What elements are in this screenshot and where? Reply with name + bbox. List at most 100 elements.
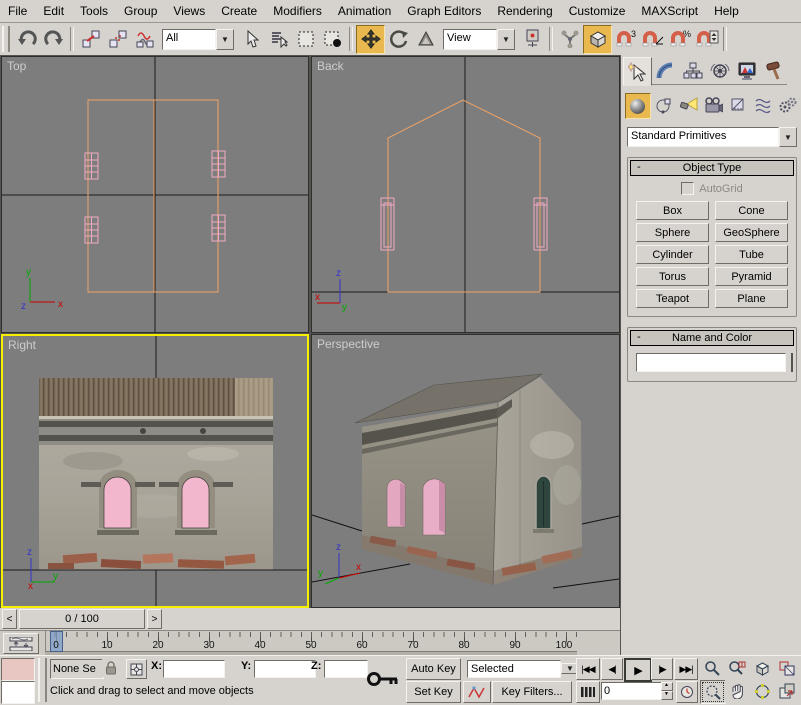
box-button[interactable]: Box [636,201,709,220]
key-filters-button[interactable]: Key Filters... [492,681,572,703]
category-systems[interactable] [776,93,800,117]
viewport-right-label[interactable]: Right [8,338,36,352]
category-lights[interactable] [677,93,701,117]
menu-create[interactable]: Create [213,2,265,20]
redo-button[interactable] [40,26,67,53]
zoom-extents-all-button[interactable] [775,657,799,679]
zoom-button[interactable] [700,657,724,679]
menu-animation[interactable]: Animation [330,2,399,20]
category-cameras[interactable] [702,93,726,117]
angle-snap-button[interactable] [639,26,666,53]
window-crossing-button[interactable] [319,26,346,53]
next-frame-button[interactable]: |▶ [651,658,673,680]
viewport-back-label[interactable]: Back [317,59,344,73]
menu-rendering[interactable]: Rendering [489,2,560,20]
toolbar-grip[interactable] [2,26,10,52]
region-zoom-button[interactable] [700,680,726,704]
x-coordinate-field[interactable] [163,660,225,678]
dropdown-arrow-icon[interactable]: ▼ [779,127,797,147]
tab-modify[interactable] [652,57,679,85]
arc-rotate-button[interactable] [750,680,774,702]
rectangular-selection-region-button[interactable] [292,26,319,53]
menu-edit[interactable]: Edit [35,2,72,20]
dropdown-arrow-icon[interactable]: ▼ [497,29,515,50]
zoom-extents-button[interactable] [750,657,774,679]
key-mode-toggle-button[interactable] [576,681,600,703]
maxscript-mini-listener[interactable] [1,681,35,704]
object-color-swatch[interactable] [791,353,793,372]
previous-frame-button[interactable]: ◀| [601,658,623,680]
category-space-warps[interactable] [751,93,775,117]
object-name-field[interactable] [636,353,786,372]
next-frame-arrow[interactable]: > [147,609,162,629]
use-pivot-point-center-button[interactable] [519,26,546,53]
teapot-button[interactable]: Teapot [636,289,709,308]
object-type-rollout-header[interactable]: - Object Type [630,160,794,176]
geosphere-button[interactable]: GeoSphere [715,223,788,242]
primitive-category-dropdown[interactable]: Standard Primitives ▼ [627,127,797,147]
viewport-top[interactable]: Top y z x [1,56,309,333]
selection-filter-dropdown[interactable]: All ▼ [162,29,234,50]
menu-views[interactable]: Views [165,2,213,20]
tab-create[interactable] [623,57,652,86]
reference-coordinate-system-dropdown[interactable]: View ▼ [443,29,515,50]
set-keys-button[interactable] [366,664,400,694]
viewport-perspective-label[interactable]: Perspective [317,337,380,351]
viewport-top-label[interactable]: Top [7,59,26,73]
go-to-start-button[interactable]: |◀◀ [576,658,600,680]
sphere-button[interactable]: Sphere [636,223,709,242]
absolute-offset-mode-toggle[interactable] [126,659,147,679]
dropdown-arrow-icon[interactable]: ▼ [216,29,234,50]
time-slider-handle[interactable]: 0 / 100 [19,609,145,629]
tube-button[interactable]: Tube [715,245,788,264]
set-key-button[interactable]: Set Key [406,681,461,703]
viewport-back[interactable]: Back z x y [311,56,620,333]
menu-file[interactable]: File [0,2,35,20]
menu-customize[interactable]: Customize [561,2,634,20]
play-animation-button[interactable]: ▶ [624,658,652,682]
menu-modifiers[interactable]: Modifiers [265,2,330,20]
tab-motion[interactable] [706,57,733,85]
autogrid-checkbox[interactable] [681,182,694,195]
spinner-up-icon[interactable]: ▲ [661,682,673,691]
name-color-rollout-header[interactable]: - Name and Color [630,330,794,346]
default-tangents-button[interactable] [463,681,491,703]
plane-button[interactable]: Plane [715,289,788,308]
menu-graph-editors[interactable]: Graph Editors [399,2,489,20]
unlink-selection-button[interactable] [104,26,131,53]
viewport-perspective[interactable]: Perspective [311,334,620,608]
spinner-down-icon[interactable]: ▼ [661,691,673,700]
select-and-manipulate-button[interactable] [556,26,583,53]
viewport-right-active[interactable]: Right [1,334,309,608]
pan-button[interactable] [725,680,749,702]
mini-curve-editor-button[interactable] [3,633,39,654]
rollout-collapse-icon[interactable]: - [637,331,641,343]
current-frame-field[interactable] [601,682,663,700]
select-object-button[interactable] [238,26,265,53]
select-and-scale-button[interactable] [412,26,439,53]
percent-snap-button[interactable]: % [666,26,693,53]
tab-utilities[interactable] [760,57,787,85]
auto-key-button[interactable]: Auto Key [406,658,461,680]
zoom-all-button[interactable] [725,657,749,679]
select-and-rotate-button[interactable] [385,26,412,53]
tab-hierarchy[interactable] [679,57,706,85]
menu-tools[interactable]: Tools [72,2,116,20]
previous-frame-arrow[interactable]: < [2,609,17,629]
category-shapes[interactable] [652,93,676,117]
min-max-toggle-button[interactable] [775,680,799,702]
bind-to-space-warp-button[interactable] [131,26,158,53]
maxscript-mini-listener-macro[interactable] [1,658,35,681]
cylinder-button[interactable]: Cylinder [636,245,709,264]
select-by-name-button[interactable] [265,26,292,53]
y-coordinate-field[interactable] [254,660,316,678]
frame-spinner[interactable]: ▲ ▼ [661,682,672,700]
snaps-toggle-button[interactable] [583,25,612,54]
select-and-move-button[interactable] [356,25,385,54]
cone-button[interactable]: Cone [715,201,788,220]
selection-lock-toggle[interactable] [102,659,120,677]
z-coordinate-field[interactable] [324,660,368,678]
go-to-end-button[interactable]: ▶▶| [674,658,698,680]
tab-display[interactable] [733,57,760,85]
select-and-link-button[interactable] [77,26,104,53]
